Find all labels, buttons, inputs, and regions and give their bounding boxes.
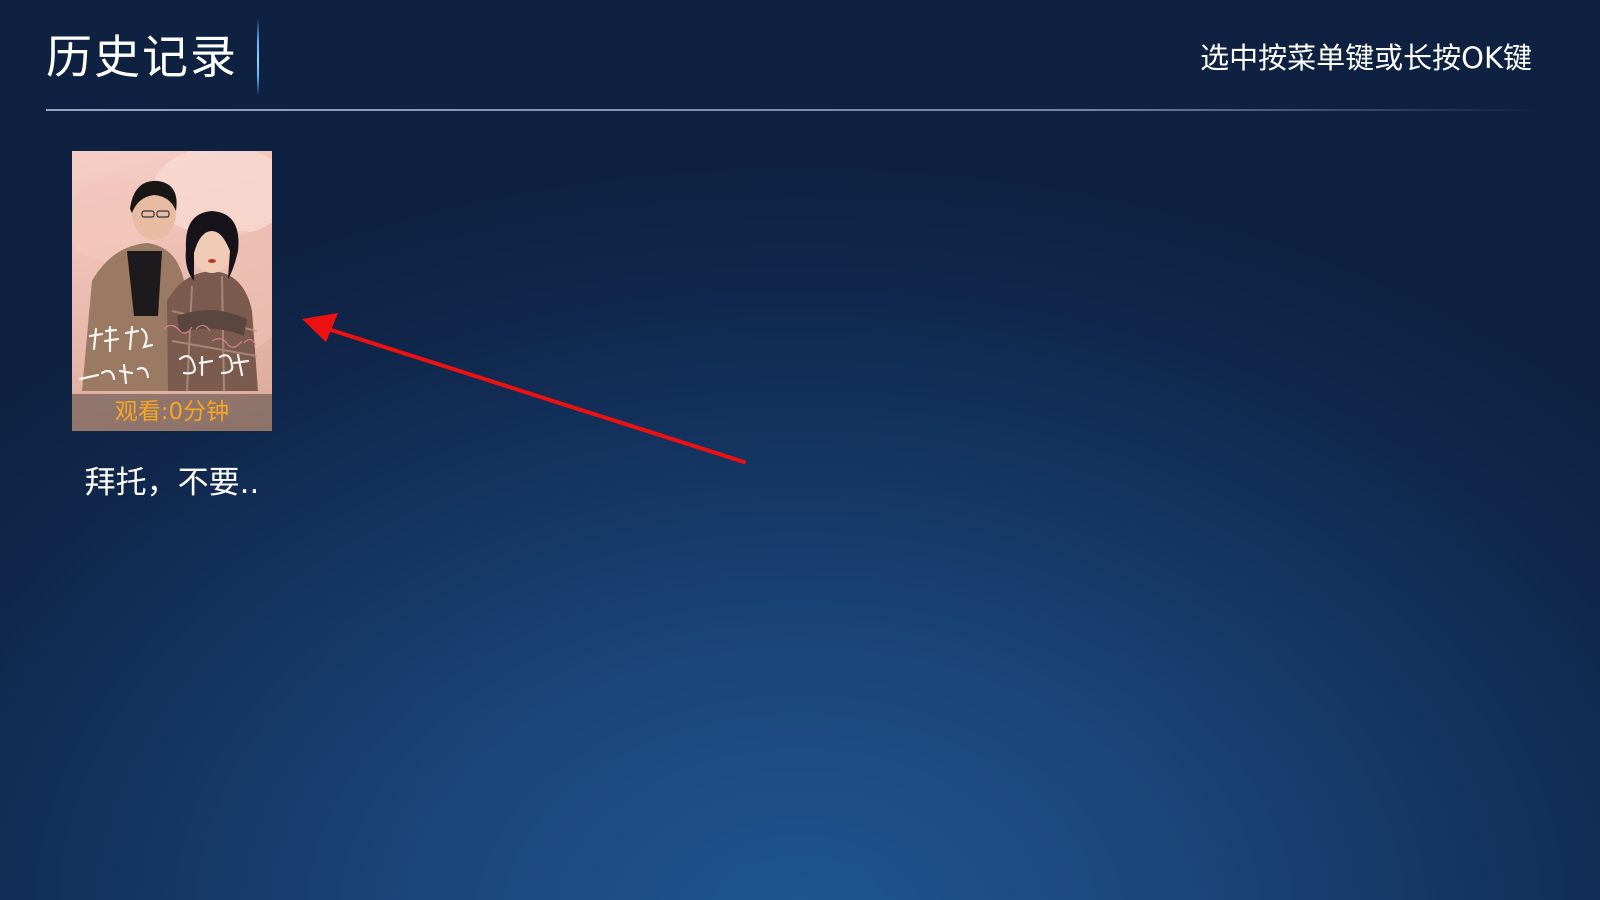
page-title: 历史记录 [46,30,238,84]
poster-artwork [72,151,272,392]
watch-progress-overlay: 观看:0分钟 [72,394,272,431]
poster-image[interactable]: 观看:0分钟 [72,151,272,431]
header-divider [46,109,1542,111]
hint-text: 选中按菜单键或长按OK键 [1200,41,1532,75]
watch-time-label: 观看:0分钟 [114,399,230,425]
header: 历史记录 选中按菜单键或长按OK键 [0,0,1600,111]
item-title: 拜托，不要.. [84,465,260,501]
title-divider [257,18,259,96]
history-item[interactable]: 观看:0分钟 拜托，不要.. [72,151,272,503]
